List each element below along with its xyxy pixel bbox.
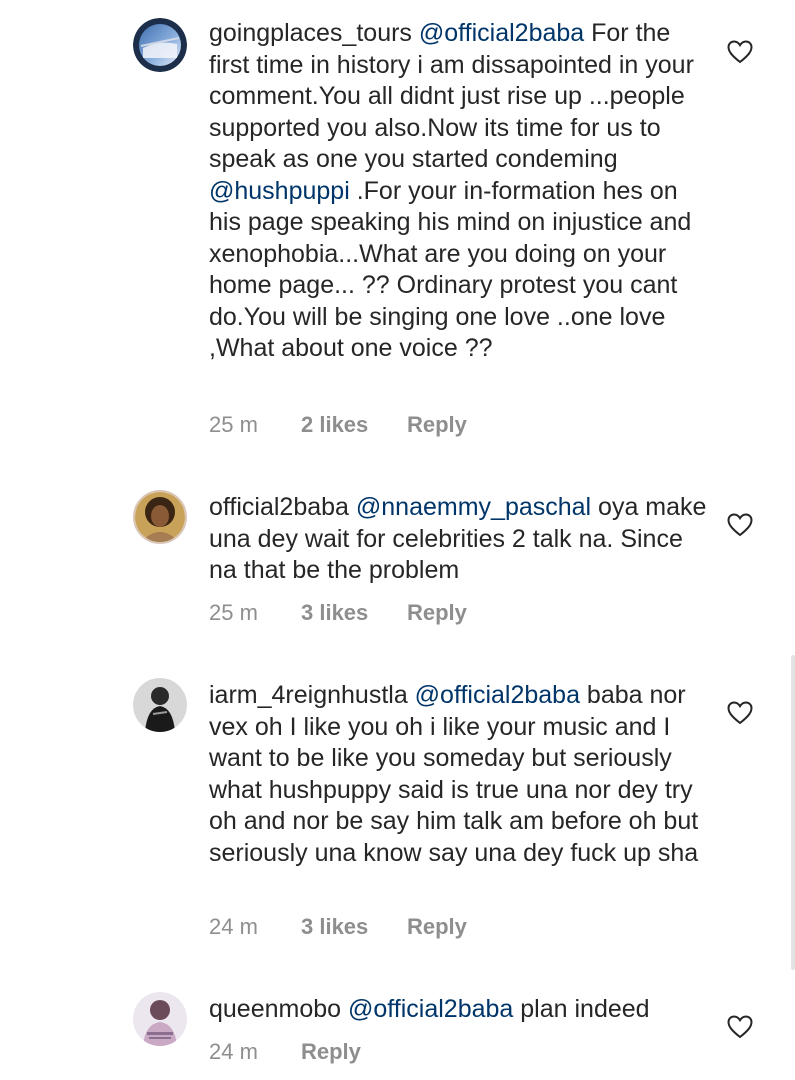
scrollbar[interactable]: [791, 655, 795, 970]
reply-button[interactable]: Reply: [407, 914, 467, 940]
comment-text: goingplaces_tours @official2baba For the…: [209, 18, 709, 365]
comment-meta: 25 m 2 likes Reply: [209, 410, 467, 440]
comment-mention[interactable]: @nnaemmy_paschal: [356, 493, 591, 521]
comment-text: queenmobo @official2baba plan indeed: [209, 994, 709, 1026]
user-avatar-goingplaces[interactable]: [133, 18, 187, 72]
heart-outline-icon[interactable]: [727, 40, 753, 64]
heart-outline-icon[interactable]: [727, 513, 753, 537]
comment-text: official2baba @nnaemmy_paschal oya make …: [209, 492, 709, 587]
comment-username[interactable]: queenmobo: [209, 995, 341, 1023]
reply-button[interactable]: Reply: [301, 1039, 361, 1065]
comment-mention[interactable]: @official2baba: [419, 19, 584, 47]
comment-meta: 24 m Reply: [209, 1037, 361, 1067]
user-avatar-iarm-4reignhustla[interactable]: [133, 678, 187, 732]
comment-mention[interactable]: @official2baba: [348, 995, 513, 1023]
comment-mention[interactable]: @official2baba: [415, 681, 580, 709]
heart-outline-icon[interactable]: [727, 1015, 753, 1039]
reply-button[interactable]: Reply: [407, 412, 467, 438]
comment-text-part: plan indeed: [513, 995, 650, 1023]
comment-username[interactable]: goingplaces_tours: [209, 19, 412, 47]
comment-text: iarm_4reignhustla @official2baba baba no…: [209, 680, 709, 869]
comment-likes[interactable]: 2 likes: [301, 412, 407, 438]
comment-meta: 24 m 3 likes Reply: [209, 912, 467, 942]
comment-mention[interactable]: @hushpuppi: [209, 177, 350, 205]
user-avatar-queenmobo[interactable]: [133, 992, 187, 1046]
comment-likes[interactable]: 3 likes: [301, 600, 407, 626]
comment-username[interactable]: official2baba: [209, 493, 349, 521]
comment-time: 24 m: [209, 914, 258, 939]
comment-time: 25 m: [209, 412, 258, 437]
heart-outline-icon[interactable]: [727, 701, 753, 725]
comment-meta: 25 m 3 likes Reply: [209, 598, 467, 628]
reply-button[interactable]: Reply: [407, 600, 467, 626]
comment-username[interactable]: iarm_4reignhustla: [209, 681, 408, 709]
comment-time: 24 m: [209, 1039, 258, 1064]
comment-time: 25 m: [209, 600, 258, 625]
comment-likes[interactable]: 3 likes: [301, 914, 407, 940]
user-avatar-official2baba[interactable]: [133, 490, 187, 544]
